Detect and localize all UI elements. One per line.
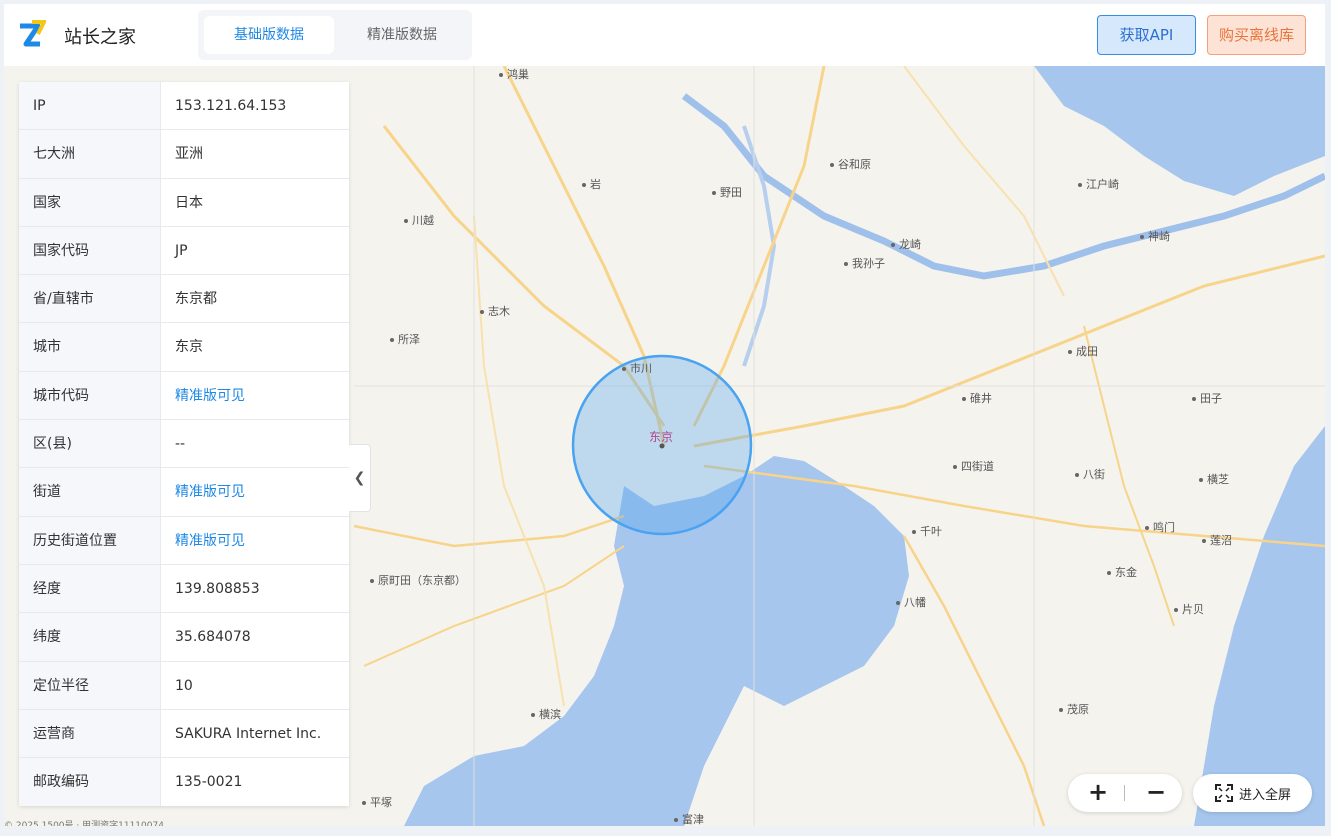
info-value: 东京 xyxy=(175,339,203,356)
logo-icon xyxy=(20,20,46,47)
tab-basic-data[interactable]: 基础版数据 xyxy=(204,16,334,54)
info-value: JP xyxy=(175,242,188,259)
info-key: 国家 xyxy=(19,178,161,226)
info-row: IP 153.121.64.153 xyxy=(19,82,349,131)
info-row: 城市 东京 xyxy=(19,323,349,372)
info-value: 153.121.64.153 xyxy=(175,98,287,114)
info-key: 城市代码 xyxy=(19,371,161,420)
place-yawata: 八幡 xyxy=(896,594,926,610)
info-row: 城市代码 精准版可见 xyxy=(19,371,349,421)
fullscreen-label: 进入全屏 xyxy=(1239,788,1292,803)
info-value: SAKURA Internet Inc. xyxy=(175,725,322,742)
place-katakai: 片贝 xyxy=(1174,601,1204,617)
info-key: 街道 xyxy=(19,468,161,516)
place-noda: 野田 xyxy=(712,184,742,200)
place-abiko: 我孙子 xyxy=(844,255,885,271)
info-value-link[interactable]: 精准版可见 xyxy=(161,372,349,419)
place-yawara: 谷和原 xyxy=(830,156,871,172)
info-row: 国家 日本 xyxy=(19,178,349,227)
info-value: 139.808853 xyxy=(175,580,260,597)
info-row: 定位半径 10 xyxy=(19,661,349,710)
place-kawagoe: 川越 xyxy=(404,212,434,228)
place-hasunuma: 莲沼 xyxy=(1202,532,1232,548)
place-chiba: 千叶 xyxy=(912,523,942,539)
info-value: 35.684078 xyxy=(175,629,251,646)
place-futtsu: 富津 xyxy=(674,811,704,826)
info-value-link[interactable]: 精准版可见 xyxy=(161,468,349,515)
zoom-in-button[interactable]: + xyxy=(1082,778,1114,808)
place-yokohama: 横滨 xyxy=(531,706,561,722)
place-yotsukaido: 四街道 xyxy=(953,458,994,474)
brand-name: 站长之家 xyxy=(64,27,136,48)
info-key: 历史街道位置 xyxy=(19,516,161,564)
info-row: 邮政编码 135-0021 xyxy=(19,758,349,807)
info-row: 省/直辖市 东京都 xyxy=(19,275,349,324)
info-value: 10 xyxy=(175,677,193,694)
info-value-link[interactable]: 精准版可见 xyxy=(161,517,349,564)
ip-info-table: IP 153.121.64.153 七大洲 亚洲 国家 日本 国家代码 JP 省/直辖市 东京都城… xyxy=(19,82,349,807)
place-usui: 碓井 xyxy=(962,390,992,406)
info-row: 纬度 35.684078 xyxy=(19,613,349,662)
info-row: 经度 139.808853 xyxy=(19,564,349,614)
zoom-separator xyxy=(1124,785,1125,801)
zoom-control: + − xyxy=(1068,774,1182,812)
zoom-out-button[interactable]: − xyxy=(1140,778,1172,808)
info-key: 经度 xyxy=(19,564,161,613)
info-key: 城市 xyxy=(19,323,161,371)
place-hiratsuka: 平塚 xyxy=(362,794,392,810)
chevron-left-icon: ❮ xyxy=(353,470,366,486)
header: 站长之家 基础版数据 精准版数据 获取API 购买离线库 xyxy=(4,4,1325,66)
fullscreen-icon xyxy=(1215,784,1233,802)
info-key: 定位半径 xyxy=(19,661,161,709)
place-yokoshiba: 横芝 xyxy=(1199,471,1229,487)
place-tako: 田子 xyxy=(1192,390,1222,406)
place-tokorozawa: 所泽 xyxy=(390,331,420,347)
info-value: 135-0021 xyxy=(175,774,243,791)
fullscreen-button[interactable]: 进入全屏 xyxy=(1193,774,1312,812)
place-shiki: 志木 xyxy=(480,303,510,319)
info-row: 运营商 SAKURA Internet Inc. xyxy=(19,709,349,759)
place-kounosu: 鸿巢 xyxy=(499,66,529,82)
info-row: 区(县) -- xyxy=(19,420,349,469)
map-copyright: © 2025 1500号 · 甲测资字11110074 xyxy=(4,821,164,826)
info-key: 邮政编码 xyxy=(19,758,161,807)
info-row: 七大洲 亚洲 xyxy=(19,130,349,179)
place-machida: 原町田（东京都） xyxy=(370,572,466,588)
info-key: IP xyxy=(19,82,161,130)
info-key: 区(县) xyxy=(19,420,161,468)
app-frame: 站长之家 基础版数据 精准版数据 获取API 购买离线库 鸿巢 岩 野田 谷和原… xyxy=(4,4,1325,826)
place-iwatsuki: 岩 xyxy=(582,176,601,192)
tab-precise-data[interactable]: 精准版数据 xyxy=(338,16,466,54)
place-narita: 成田 xyxy=(1068,343,1098,359)
buy-offline-db-button[interactable]: 购买离线库 xyxy=(1207,15,1306,55)
place-edosaki: 江户崎 xyxy=(1078,176,1119,192)
place-mobara: 茂原 xyxy=(1059,701,1089,717)
info-key: 七大洲 xyxy=(19,130,161,178)
info-value: 日本 xyxy=(175,194,203,211)
collapse-panel-button[interactable]: ❮ xyxy=(349,444,371,512)
info-row: 历史街道位置 精准版可见 xyxy=(19,516,349,565)
info-key: 运营商 xyxy=(19,709,161,758)
info-row: 街道 精准版可见 xyxy=(19,468,349,517)
place-togane: 东金 xyxy=(1107,564,1137,580)
info-key: 省/直辖市 xyxy=(19,275,161,323)
data-tabs: 基础版数据 精准版数据 xyxy=(198,10,472,60)
place-naruto: 鸣门 xyxy=(1145,519,1175,535)
place-kozaki: 神崎 xyxy=(1140,228,1170,244)
info-row: 国家代码 JP xyxy=(19,226,349,276)
map-center-label: 东京 xyxy=(649,430,674,444)
place-yachimata: 八街 xyxy=(1075,466,1105,482)
get-api-button[interactable]: 获取API xyxy=(1097,15,1196,55)
place-ichikawa: 市川 xyxy=(622,360,652,376)
info-value: 东京都 xyxy=(175,291,217,308)
place-ryugasaki: 龙崎 xyxy=(891,236,921,252)
info-value: -- xyxy=(175,436,186,453)
info-key: 国家代码 xyxy=(19,226,161,275)
info-value: 亚洲 xyxy=(175,146,203,163)
info-key: 纬度 xyxy=(19,613,161,661)
